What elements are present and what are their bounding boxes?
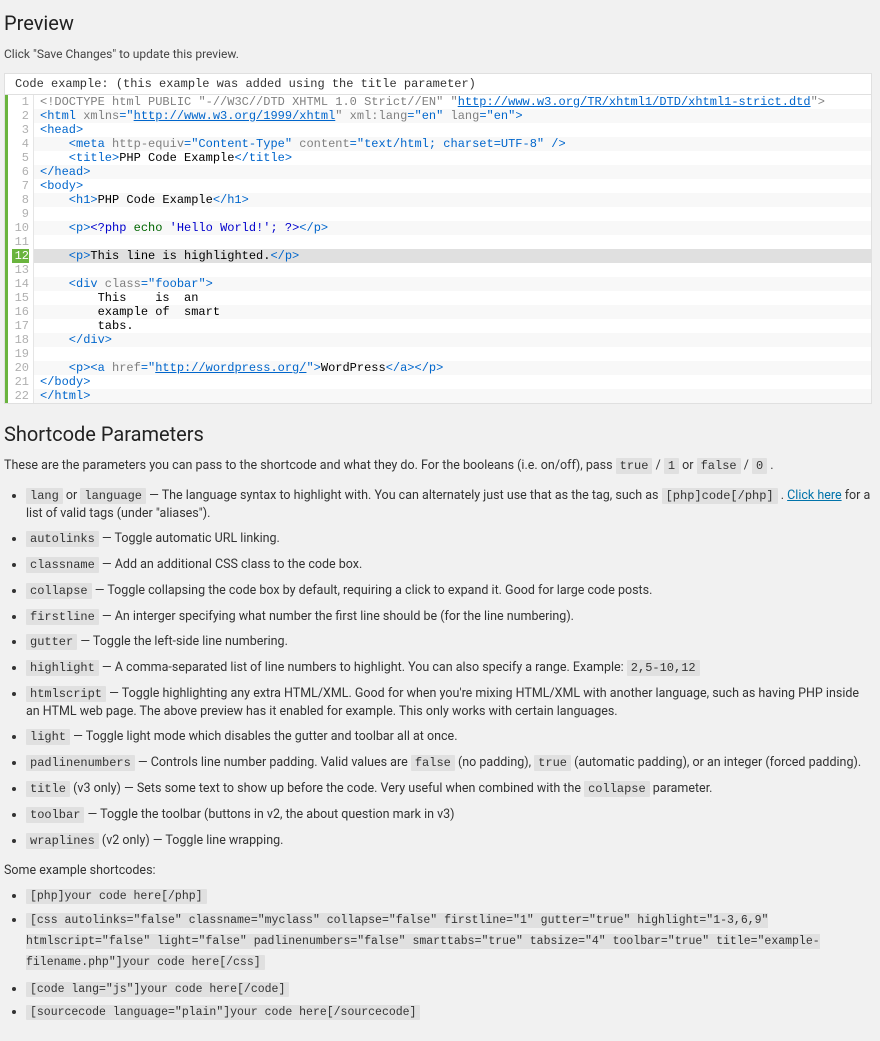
code-line: </html> — [34, 389, 871, 403]
badge-true: true — [616, 458, 653, 474]
badge-false: false — [697, 458, 741, 474]
code-line: <p><?php echo 'Hello World!'; ?></p> — [34, 221, 871, 235]
badge-zero: 0 — [752, 458, 767, 474]
param-lang: lang or language — The language syntax t… — [26, 487, 872, 522]
params-list: lang or language — The language syntax t… — [4, 487, 872, 849]
code-line: </div> — [34, 333, 871, 347]
code-line: tabs. — [34, 319, 871, 333]
preview-help-text: Click "Save Changes" to update this prev… — [4, 47, 872, 61]
code-line — [34, 207, 871, 221]
param-gutter: gutter — Toggle the left-side line numbe… — [26, 633, 872, 651]
code-line — [34, 235, 871, 249]
param-firstline: firstline — An interger specifying what … — [26, 608, 872, 626]
code-line: </head> — [34, 165, 871, 179]
param-classname: classname — Add an additional CSS class … — [26, 556, 872, 574]
code-line-highlighted: <p>This line is highlighted.</p> — [34, 249, 871, 263]
code-line: <meta http-equiv="Content-Type" content=… — [34, 137, 871, 151]
examples-list: [php]your code here[/php] [css autolinks… — [4, 888, 872, 1019]
code-line: This is an — [34, 291, 871, 305]
code-line: <head> — [34, 123, 871, 137]
code-line: <p><a href="http://wordpress.org/">WordP… — [34, 361, 871, 375]
example-item: [php]your code here[/php] — [26, 888, 872, 903]
preview-heading: Preview — [4, 11, 872, 35]
code-lines: <!DOCTYPE html PUBLIC "-//W3C//DTD XHTML… — [34, 95, 871, 403]
code-line — [34, 263, 871, 277]
code-line: <div class="foobar"> — [34, 277, 871, 291]
code-line: <h1>PHP Code Example</h1> — [34, 193, 871, 207]
param-highlight: highlight — A comma-separated list of li… — [26, 659, 872, 677]
code-title: Code example: (this example was added us… — [5, 74, 871, 95]
code-line: <title>PHP Code Example</title> — [34, 151, 871, 165]
line-number-gutter: 12345678910111213141516171819202122 — [8, 95, 34, 403]
param-toolbar: toolbar — Toggle the toolbar (buttons in… — [26, 806, 872, 824]
badge-one: 1 — [664, 458, 679, 474]
code-line: </body> — [34, 375, 871, 389]
param-light: light — Toggle light mode which disables… — [26, 728, 872, 746]
code-line: <!DOCTYPE html PUBLIC "-//W3C//DTD XHTML… — [34, 95, 871, 109]
examples-label: Some example shortcodes: — [4, 863, 872, 878]
code-body: 12345678910111213141516171819202122 <!DO… — [5, 95, 871, 403]
param-collapse: collapse — Toggle collapsing the code bo… — [26, 582, 872, 600]
param-htmlscript: htmlscript — Toggle highlighting any ext… — [26, 685, 872, 720]
param-padlinenumbers: padlinenumbers — Controls line number pa… — [26, 754, 872, 772]
example-item: [sourcecode language="plain"]your code h… — [26, 1004, 872, 1019]
code-line: <html xmlns="http://www.w3.org/1999/xhtm… — [34, 109, 871, 123]
code-line: <body> — [34, 179, 871, 193]
param-title: title (v3 only) — Sets some text to show… — [26, 780, 872, 798]
code-line — [34, 347, 871, 361]
shortcode-params-heading: Shortcode Parameters — [4, 422, 872, 446]
code-line: example of smart — [34, 305, 871, 319]
click-here-link[interactable]: Click here — [787, 488, 841, 503]
shortcode-intro: These are the parameters you can pass to… — [4, 458, 872, 473]
code-preview-box: Code example: (this example was added us… — [4, 73, 872, 404]
example-item: [code lang="js"]your code here[/code] — [26, 981, 872, 996]
example-item: [css autolinks="false" classname="myclas… — [26, 911, 872, 973]
param-wraplines: wraplines (v2 only) — Toggle line wrappi… — [26, 832, 872, 850]
param-autolinks: autolinks — Toggle automatic URL linking… — [26, 530, 872, 548]
